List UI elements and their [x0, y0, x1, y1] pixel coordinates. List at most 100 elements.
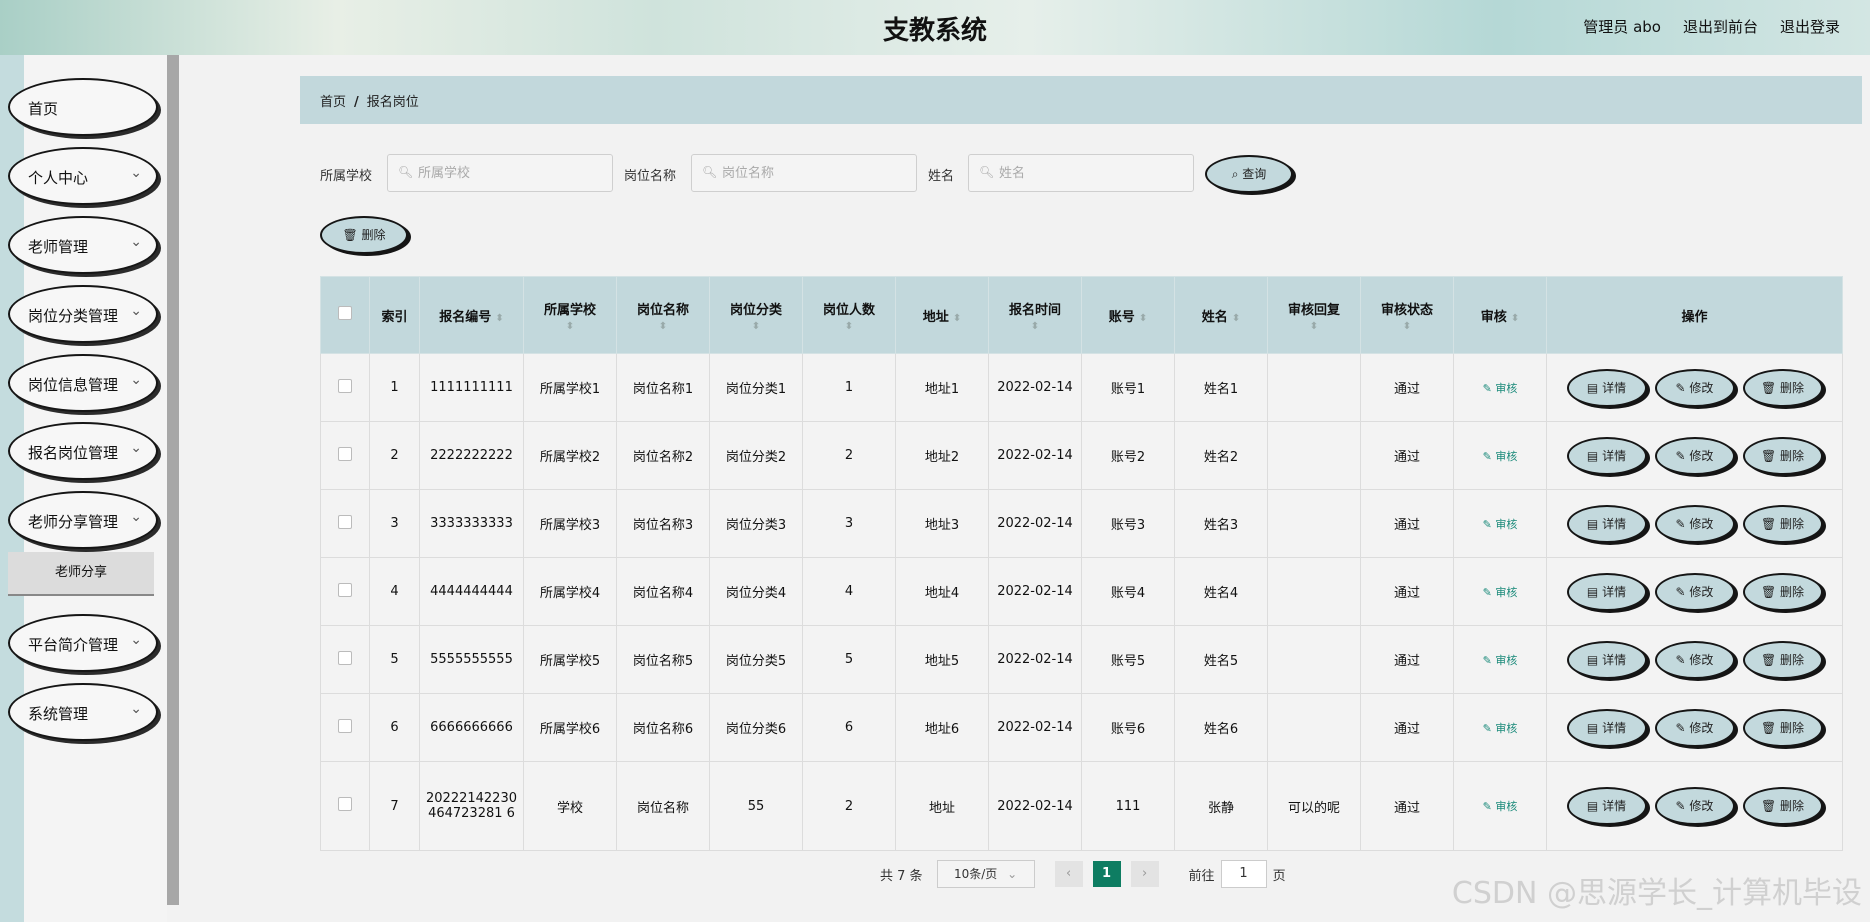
detail-button[interactable]: ▤ 详情 — [1566, 572, 1647, 611]
row-select[interactable] — [320, 625, 370, 694]
row-select[interactable] — [320, 557, 370, 626]
page-number-current[interactable]: 1 — [1092, 861, 1121, 887]
sort-icon[interactable]: ⬍ — [495, 313, 503, 324]
header-address[interactable]: 地址 ⬍ — [895, 276, 989, 354]
query-button[interactable]: ⌕ 查询 — [1205, 155, 1293, 193]
audit-link[interactable]: ✎ 审核 — [1483, 518, 1518, 531]
audit-link[interactable]: ✎ 审核 — [1483, 450, 1518, 463]
edit-button[interactable]: ✎ 修改 — [1654, 787, 1735, 825]
delete-button[interactable]: 🗑︎ 删除 — [1742, 708, 1823, 747]
bulk-delete-button[interactable]: 🗑︎ 删除 — [320, 216, 408, 254]
sidebar-item-personal[interactable]: 个人中心 ⌄ — [8, 147, 158, 205]
sidebar-item-system[interactable]: 系统管理 ⌄ — [8, 683, 158, 741]
header-reply[interactable]: 审核回复 ⬍ — [1267, 276, 1361, 354]
audit-link[interactable]: ✎ 审核 — [1483, 382, 1518, 395]
sort-icon[interactable]: ⬍ — [1272, 321, 1356, 332]
delete-button[interactable]: 🗑︎ 删除 — [1742, 436, 1823, 475]
audit-link-label: 审核 — [1495, 585, 1518, 599]
cell-reg-no: 6666666666 — [419, 693, 524, 762]
row-select[interactable] — [320, 693, 370, 762]
chevron-down-icon: ⌄ — [130, 440, 142, 456]
edit-button[interactable]: ✎ 修改 — [1654, 368, 1735, 407]
audit-link[interactable]: ✎ 审核 — [1483, 800, 1518, 813]
header-time[interactable]: 报名时间 ⬍ — [988, 276, 1082, 354]
delete-button[interactable]: 🗑︎ 删除 — [1742, 572, 1823, 611]
sidebar-item-registration[interactable]: 报名岗位管理 ⌄ — [8, 422, 158, 480]
audit-link[interactable]: ✎ 审核 — [1483, 586, 1518, 599]
row-select[interactable] — [320, 489, 370, 558]
header-name[interactable]: 姓名 ⬍ — [1174, 276, 1268, 354]
header-reg-no[interactable]: 报名编号 ⬍ — [419, 276, 524, 354]
header-status[interactable]: 审核状态 ⬍ — [1360, 276, 1454, 354]
checkbox[interactable] — [338, 378, 352, 393]
edit-button[interactable]: ✎ 修改 — [1654, 504, 1735, 543]
edit-button[interactable]: ✎ 修改 — [1654, 436, 1735, 475]
header-account[interactable]: 账号 ⬍ — [1081, 276, 1175, 354]
sidebar-item-job-category[interactable]: 岗位分类管理 ⌄ — [8, 285, 158, 343]
audit-cell: ✎ 审核 — [1453, 693, 1547, 762]
name-filter-label: 姓名 — [928, 169, 955, 184]
checkbox[interactable] — [338, 650, 352, 665]
edit-button[interactable]: ✎ 修改 — [1654, 572, 1735, 611]
checkbox[interactable] — [338, 514, 352, 529]
sort-icon[interactable]: ⬍ — [1139, 313, 1147, 324]
checkbox[interactable] — [338, 582, 352, 597]
page-size-select[interactable]: 10条/页 ⌄ — [936, 860, 1035, 888]
header-school[interactable]: 所属学校 ⬍ — [523, 276, 617, 354]
next-page-button[interactable]: › — [1130, 861, 1159, 887]
sort-icon[interactable]: ⬍ — [528, 321, 612, 332]
prev-page-button[interactable]: ‹ — [1054, 861, 1083, 887]
sidebar-item-home[interactable]: 首页 — [8, 78, 158, 136]
delete-button[interactable]: 🗑︎ 删除 — [1742, 787, 1823, 825]
sidebar-item-job-info[interactable]: 岗位信息管理 ⌄ — [8, 354, 158, 412]
checkbox[interactable] — [338, 718, 352, 733]
sort-icon[interactable]: ⬍ — [621, 321, 705, 332]
sort-icon[interactable]: ⬍ — [1232, 313, 1240, 324]
sort-icon[interactable]: ⬍ — [1365, 321, 1449, 332]
delete-button[interactable]: 🗑︎ 删除 — [1742, 640, 1823, 679]
detail-button[interactable]: ▤ 详情 — [1566, 368, 1647, 407]
detail-button[interactable]: ▤ 详情 — [1566, 504, 1647, 543]
header-count[interactable]: 岗位人数 ⬍ — [802, 276, 896, 354]
row-select[interactable] — [320, 421, 370, 490]
sidebar-item-platform-intro[interactable]: 平台简介管理 ⌄ — [8, 614, 158, 672]
checkbox[interactable] — [338, 446, 352, 461]
school-filter-input[interactable] — [387, 154, 613, 192]
audit-link[interactable]: ✎ 审核 — [1483, 722, 1518, 735]
row-select[interactable] — [320, 353, 370, 422]
checkbox[interactable] — [338, 306, 352, 320]
detail-button[interactable]: ▤ 详情 — [1566, 640, 1647, 679]
position-filter-input[interactable] — [691, 154, 917, 192]
header-category[interactable]: 岗位分类 ⬍ — [709, 276, 803, 354]
header-audit[interactable]: 审核 ⬍ — [1453, 276, 1547, 354]
audit-link[interactable]: ✎ 审核 — [1483, 654, 1518, 667]
detail-button[interactable]: ▤ 详情 — [1566, 708, 1647, 747]
sort-icon[interactable]: ⬍ — [1511, 313, 1519, 324]
sort-icon[interactable]: ⬍ — [993, 321, 1077, 332]
edit-button[interactable]: ✎ 修改 — [1654, 708, 1735, 747]
row-select[interactable] — [320, 761, 370, 851]
checkbox[interactable] — [338, 797, 352, 811]
sidebar-item-teachers[interactable]: 老师管理 ⌄ — [8, 216, 158, 274]
goto-page-input[interactable]: 1 — [1220, 860, 1267, 888]
logout-link[interactable]: 退出登录 — [1780, 16, 1840, 37]
header-position[interactable]: 岗位名称 ⬍ — [616, 276, 710, 354]
name-filter-input[interactable] — [968, 154, 1194, 192]
exit-to-front-link[interactable]: 退出到前台 — [1683, 16, 1758, 37]
sort-icon[interactable]: ⬍ — [807, 321, 891, 332]
trash-icon: 🗑︎ — [1760, 380, 1781, 395]
submenu-teacher-share[interactable]: 老师分享 — [8, 552, 154, 596]
sidebar-item-teacher-share[interactable]: 老师分享管理 ⌄ — [8, 491, 158, 549]
header-label: 地址 — [922, 309, 949, 325]
delete-button[interactable]: 🗑︎ 删除 — [1742, 504, 1823, 543]
edit-button[interactable]: ✎ 修改 — [1654, 640, 1735, 679]
document-icon: ▤ — [1586, 584, 1603, 599]
sidebar-scrollbar[interactable] — [167, 55, 179, 905]
header-select-all[interactable] — [320, 276, 370, 354]
detail-button[interactable]: ▤ 详情 — [1566, 436, 1647, 475]
detail-button[interactable]: ▤ 详情 — [1566, 787, 1647, 825]
sort-icon[interactable]: ⬍ — [953, 313, 961, 324]
breadcrumb-home[interactable]: 首页 — [320, 95, 346, 110]
delete-button[interactable]: 🗑︎ 删除 — [1742, 368, 1823, 407]
sort-icon[interactable]: ⬍ — [714, 321, 798, 332]
